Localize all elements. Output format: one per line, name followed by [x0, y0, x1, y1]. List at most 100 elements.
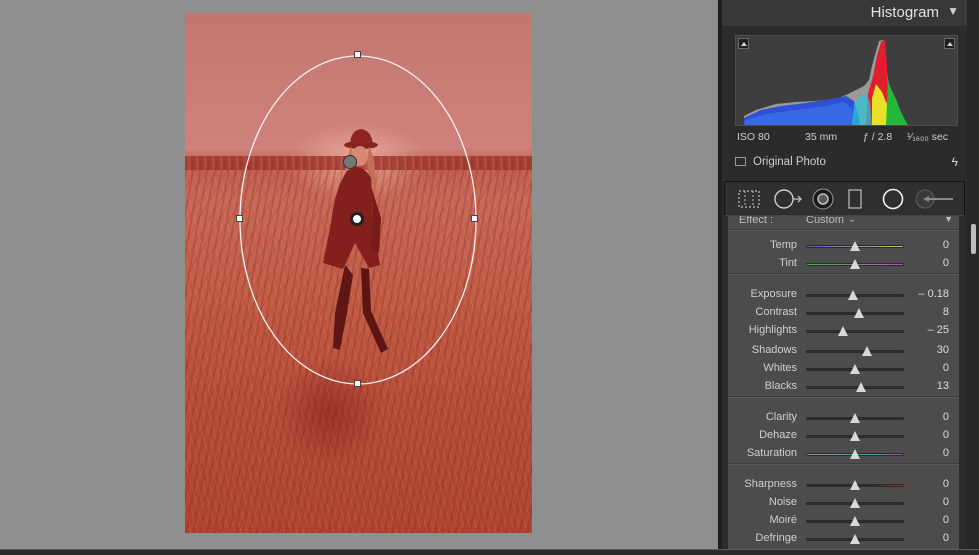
clarity-value[interactable]: 0 [943, 411, 949, 423]
histogram-title: Histogram [870, 4, 939, 21]
blacks-slider-row: Blacks 13 [728, 379, 959, 395]
tint-slider-track[interactable] [806, 259, 904, 269]
blacks-slider-track[interactable] [806, 382, 904, 392]
sharpness-slider-track[interactable] [806, 480, 904, 490]
contrast-value[interactable]: 8 [943, 306, 949, 318]
radial-filter-handle-bottom[interactable] [354, 380, 361, 387]
sharpness-slider-thumb[interactable] [850, 480, 860, 490]
moir--slider-thumb[interactable] [850, 516, 860, 526]
highlights-value[interactable]: – 25 [928, 324, 949, 336]
filmstrip-edge [0, 549, 979, 555]
mask-pin-active[interactable] [350, 212, 364, 226]
tint-slider-thumb[interactable] [850, 259, 860, 269]
develop-panel: Histogram ▼ ISO 80 35 mm ƒ / 2.8 ¹⁄₁₆₀₀ … [722, 0, 967, 549]
exposure-slider-row: Exposure – 0.18 [728, 287, 959, 303]
clarity-slider-thumb[interactable] [850, 413, 860, 423]
radial-filter-ellipse[interactable] [185, 13, 532, 533]
blacks-slider-thumb[interactable] [855, 382, 866, 392]
contrast-slider-thumb[interactable] [853, 308, 864, 318]
crop-overlay-icon[interactable] [737, 188, 761, 210]
moir--value[interactable]: 0 [943, 514, 949, 526]
saturation-slider-thumb[interactable] [850, 449, 860, 459]
collapse-arrow-icon[interactable]: ▼ [947, 4, 959, 18]
whites-slider-track[interactable] [806, 364, 904, 374]
radial-filter-icon[interactable] [881, 188, 905, 210]
red-eye-icon[interactable] [811, 188, 835, 210]
highlights-slider-track[interactable] [806, 326, 904, 336]
defringe-slider-row: Defringe 0 [728, 531, 959, 547]
adjustment-brush-icon[interactable] [915, 188, 957, 210]
whites-slider-row: Whites 0 [728, 361, 959, 377]
blacks-label: Blacks [764, 380, 797, 392]
tint-slider-row: Tint 0 [728, 256, 959, 272]
noise-value[interactable]: 0 [943, 496, 949, 508]
section-divider [728, 229, 959, 231]
shadows-slider-thumb[interactable] [862, 346, 873, 356]
exposure-value[interactable]: – 0.18 [918, 288, 949, 300]
effect-row[interactable]: Effect : Custom ⌄ ▼ [728, 216, 959, 226]
noise-slider-row: Noise 0 [728, 495, 959, 511]
graduated-filter-icon[interactable] [847, 188, 863, 210]
saturation-slider-row: Saturation 0 [728, 446, 959, 462]
section-divider [728, 463, 959, 465]
clarity-slider-track[interactable] [806, 413, 904, 423]
defringe-slider-thumb[interactable] [850, 534, 860, 544]
histogram-header[interactable]: Histogram ▼ [722, 0, 967, 26]
defringe-slider-track[interactable] [806, 534, 904, 544]
radial-filter-handle-right[interactable] [471, 215, 478, 222]
shadows-value[interactable]: 30 [937, 344, 949, 356]
histogram-graph [744, 40, 908, 125]
exposure-slider-track[interactable] [806, 290, 904, 300]
panel-scrollbar[interactable] [967, 0, 979, 549]
sharpness-value[interactable]: 0 [943, 478, 949, 490]
mask-pin-inactive[interactable] [343, 155, 357, 169]
contrast-slider-track[interactable] [806, 308, 904, 318]
bolt-icon[interactable]: ϟ [952, 155, 958, 169]
moir--slider-track[interactable] [806, 516, 904, 526]
section-divider [728, 396, 959, 398]
blacks-value[interactable]: 13 [937, 380, 949, 392]
highlights-label: Highlights [748, 324, 797, 336]
moir--slider-row: Moiré 0 [728, 513, 959, 529]
temp-slider-track[interactable] [806, 241, 904, 251]
adjustments-panel: Effect : Custom ⌄ ▼ Temp 0 Tint 0 Exposure – … [728, 216, 959, 549]
saturation-slider-track[interactable] [806, 449, 904, 459]
photo-canvas[interactable] [0, 0, 718, 549]
whites-value[interactable]: 0 [943, 362, 949, 374]
dehaze-value[interactable]: 0 [943, 429, 949, 441]
highlight-clipping-toggle[interactable] [944, 38, 955, 49]
shadow-clipping-toggle[interactable] [738, 38, 749, 49]
whites-slider-thumb[interactable] [850, 364, 860, 374]
shadows-label: Shadows [751, 344, 797, 356]
tint-value[interactable]: 0 [943, 257, 949, 269]
highlights-slider-thumb[interactable] [838, 326, 849, 336]
saturation-value[interactable]: 0 [943, 447, 949, 459]
focal-length: 35 mm [805, 131, 838, 143]
radial-filter-handle-top[interactable] [354, 51, 361, 58]
original-photo-row[interactable]: Original Photo ϟ [735, 155, 960, 171]
highlights-slider-row: Highlights – 25 [728, 323, 959, 339]
temp-slider-row: Temp 0 [728, 238, 959, 254]
defringe-value[interactable]: 0 [943, 532, 949, 544]
clarity-slider-row: Clarity 0 [728, 410, 959, 426]
whites-label: Whites [763, 362, 797, 374]
scrollbar-thumb[interactable] [971, 224, 976, 254]
dehaze-slider-thumb[interactable] [850, 431, 860, 441]
panel-collapse-icon[interactable]: ▼ [944, 216, 953, 224]
histogram[interactable] [735, 35, 958, 126]
shadows-slider-track[interactable] [806, 346, 904, 356]
dehaze-slider-track[interactable] [806, 431, 904, 441]
chevron-down-icon[interactable]: ⌄ [848, 216, 856, 225]
temp-value[interactable]: 0 [943, 239, 949, 251]
temp-slider-thumb[interactable] [850, 241, 860, 251]
saturation-label: Saturation [746, 447, 797, 459]
spot-removal-icon[interactable] [773, 188, 803, 210]
radial-filter-handle-left[interactable] [236, 215, 243, 222]
panel-edge [959, 216, 967, 549]
noise-slider-track[interactable] [806, 498, 904, 508]
effect-preset-select[interactable]: Custom [806, 216, 844, 226]
noise-slider-thumb[interactable] [850, 498, 860, 508]
noise-label: Noise [768, 496, 797, 508]
exposure-slider-thumb[interactable] [848, 290, 859, 300]
original-photo-checkbox[interactable] [735, 157, 746, 166]
